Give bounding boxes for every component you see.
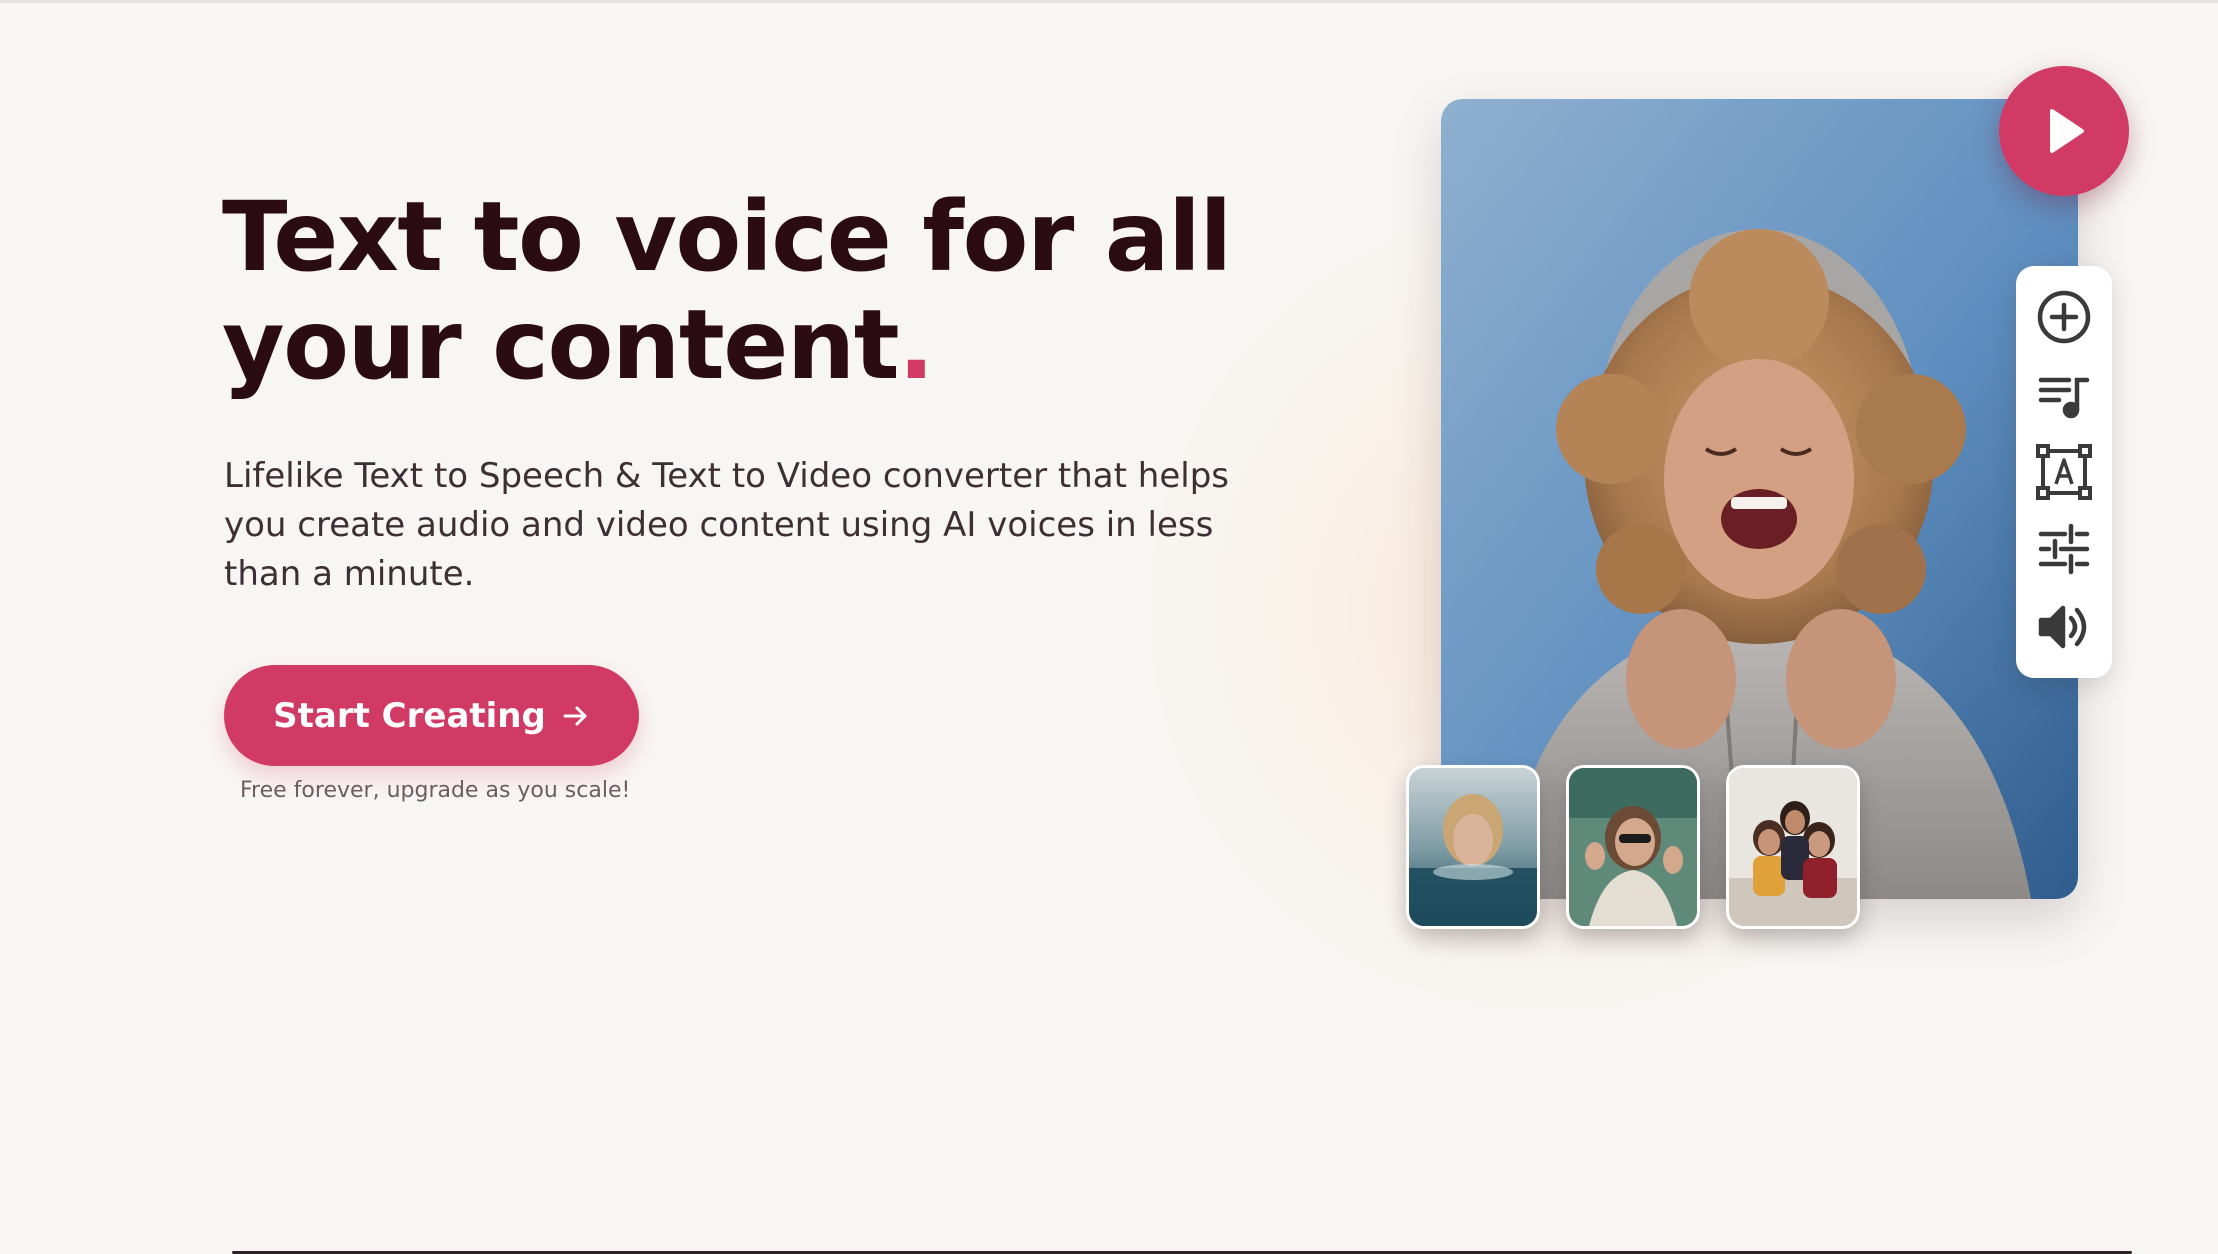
- woman-with-sunglasses-photo: [1569, 768, 1697, 926]
- volume-button[interactable]: [2032, 595, 2096, 659]
- arrow-right-icon: [560, 701, 590, 731]
- start-creating-button[interactable]: Start Creating: [224, 665, 639, 766]
- cta-note: Free forever, upgrade as you scale!: [240, 778, 631, 803]
- hero-title-dot: .: [898, 289, 934, 401]
- volume-icon: [2038, 605, 2087, 648]
- music-playlist-button[interactable]: [2032, 363, 2096, 427]
- add-icon: [2037, 291, 2091, 344]
- text-box-button[interactable]: [2032, 440, 2096, 504]
- three-friends-thumbnail[interactable]: [1726, 765, 1860, 929]
- text-box-icon: [2036, 443, 2092, 500]
- music-playlist-icon: [2038, 377, 2090, 418]
- add-button[interactable]: [2032, 285, 2096, 349]
- woman-in-water-thumbnail[interactable]: [1406, 765, 1540, 929]
- hero-title: Text to voice for all your content.: [222, 183, 1272, 399]
- hero-title-text: Text to voice for all your content: [222, 181, 1232, 401]
- woman-in-water-photo: [1409, 768, 1537, 926]
- play-icon: [2050, 109, 2084, 153]
- play-button[interactable]: [1999, 66, 2129, 196]
- top-border: [0, 0, 2218, 3]
- sliders-icon: [2038, 524, 2090, 575]
- woman-with-sunglasses-thumbnail[interactable]: [1566, 765, 1700, 929]
- settings-sliders-button[interactable]: [2032, 517, 2096, 581]
- editor-toolbar: [2016, 266, 2112, 678]
- hero-subtitle: Lifelike Text to Speech & Text to Video …: [224, 456, 1229, 594]
- three-friends-photo: [1729, 768, 1857, 926]
- start-creating-label: Start Creating: [273, 695, 546, 736]
